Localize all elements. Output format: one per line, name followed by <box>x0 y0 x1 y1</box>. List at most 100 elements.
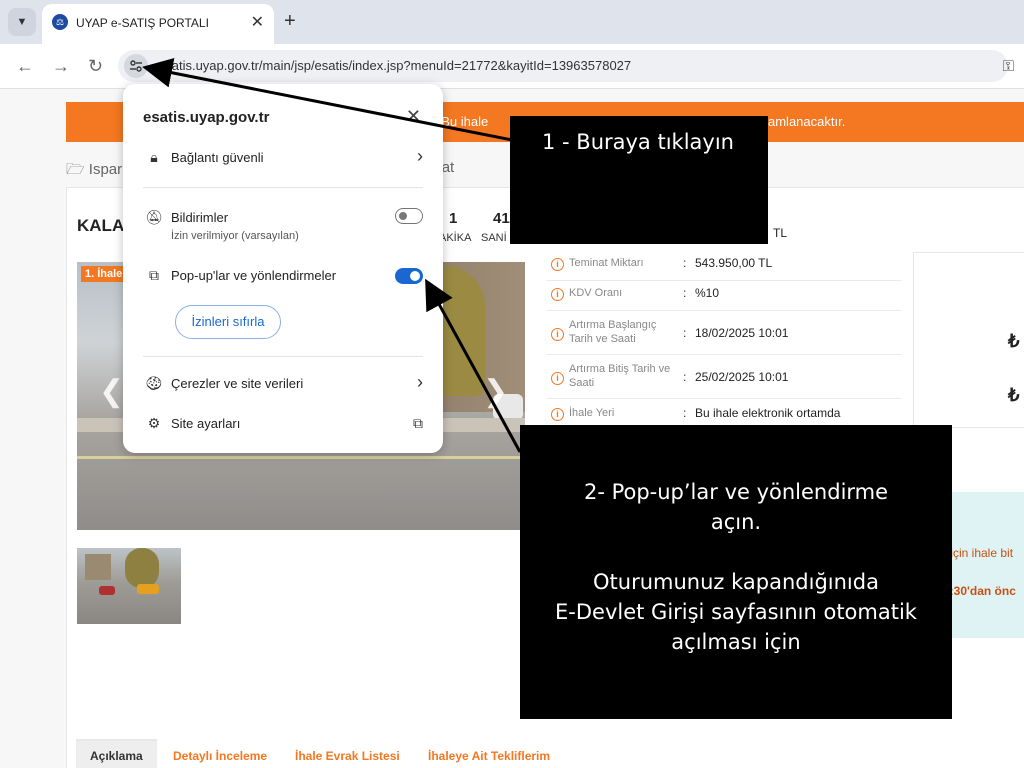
auction-title: KALA <box>77 216 125 235</box>
close-tab-icon[interactable]: ✕ <box>251 12 264 32</box>
cookies-label: Çerezler ve site verileri <box>171 376 304 391</box>
favicon-icon: ⚖ <box>52 14 68 30</box>
breadcrumb: 🗁 Ispar <box>66 159 122 184</box>
cookies-row[interactable]: 🍪︎ Çerezler ve site verileri › <box>143 370 423 400</box>
road-line-image <box>77 456 525 459</box>
info-colon: : <box>683 326 687 340</box>
notifications-toggle[interactable] <box>395 208 423 224</box>
thumb-building <box>85 554 111 580</box>
notifications-label: Bildirimler <box>171 210 229 225</box>
info-row: i Artırma Bitiş Tarih ve Saati : 25/02/2… <box>547 360 901 399</box>
info-colon: : <box>683 286 687 300</box>
tab-description[interactable]: Açıklama <box>76 739 157 768</box>
chevron-right-icon[interactable]: ❯ <box>483 374 508 409</box>
gear-icon: ⚙ <box>147 415 161 431</box>
thumb-car-red <box>99 586 115 595</box>
site-info-popup: esatis.uyap.gov.tr ✕ 🔒︎ Bağlantı güvenli… <box>123 84 443 453</box>
info-value: 18/02/2025 10:01 <box>695 326 789 340</box>
thumb-tree <box>125 548 159 588</box>
browser-tab[interactable]: ⚖ UYAP e-SATIŞ PORTALI ✕ <box>42 4 274 44</box>
note-text: r için ihale bit <box>943 546 1014 560</box>
lock-icon: 🔒︎ <box>150 149 158 165</box>
chevron-right-icon: › <box>417 372 423 392</box>
divider <box>143 356 423 357</box>
address-bar[interactable]: esatis.uyap.gov.tr/main/jsp/esatis/index… <box>118 50 1014 82</box>
divider <box>143 187 423 188</box>
info-colon: : <box>683 406 687 420</box>
info-label: KDV Oranı <box>569 287 623 299</box>
photo-thumbnail[interactable] <box>77 548 181 624</box>
note-text: 3:30'dan önc <box>943 584 1016 598</box>
countdown-minutes: 1 <box>449 210 458 227</box>
callout-step-2: 2- Pop-up’lar ve yönlendirme açın. Oturu… <box>520 425 952 719</box>
auction-number-badge: 1. İhale <box>81 266 127 282</box>
info-icon: i <box>551 328 564 341</box>
thumb-car <box>137 584 159 594</box>
info-row: i KDV Oranı : %10 <box>547 284 901 311</box>
notifications-row: 🔕︎ Bildirimler İzin verilmiyor (varsayıl… <box>143 204 423 244</box>
tab-title: UYAP e-SATIŞ PORTALI <box>76 16 209 30</box>
countdown-seconds-label: SANİ <box>481 232 507 244</box>
popups-toggle[interactable] <box>395 268 423 284</box>
callout-step-1-text: 1 - Buraya tıklayın <box>542 130 734 154</box>
tune-icon <box>130 60 142 72</box>
callout-line: açın. <box>710 510 762 534</box>
tab-strip: ▼ ⚖ UYAP e-SATIŞ PORTALI ✕ + <box>0 0 1024 44</box>
cookie-icon: 🍪︎ <box>145 375 163 391</box>
toggle-knob <box>410 271 420 281</box>
lira-symbol: ₺ <box>1008 385 1020 405</box>
external-link-icon: ⧉ <box>149 267 159 283</box>
info-value: 543.950,00 TL <box>695 256 773 270</box>
info-value: %10 <box>695 286 720 300</box>
price-currency: TL <box>773 226 788 240</box>
detail-tabs: Açıklama Detaylı İnceleme İhale Evrak Li… <box>76 739 976 768</box>
reload-icon[interactable]: ↻ <box>88 56 103 76</box>
breadcrumb-text[interactable]: Ispar <box>89 161 122 178</box>
callout-line: açılması için <box>671 630 801 654</box>
site-settings-label: Site ayarları <box>171 416 241 431</box>
countdown-seconds: 41 <box>493 210 510 227</box>
info-value: 25/02/2025 10:01 <box>695 370 789 384</box>
info-row: i Artırma Başlangıç Tarih ve Saati : 18/… <box>547 316 901 355</box>
info-colon: : <box>683 370 687 384</box>
info-label: Artırma Başlangıç Tarih ve Saati <box>569 319 657 345</box>
alert-text-right: amlanacaktır. <box>768 114 846 129</box>
new-tab-button[interactable]: + <box>284 9 296 33</box>
callout-line: Oturumunuz kapandığınıda <box>593 570 879 594</box>
callout-line: E-Devlet Girişi sayfasının otomatik <box>555 600 917 624</box>
reset-permissions-button[interactable]: İzinleri sıfırla <box>175 305 281 339</box>
tab-document-list[interactable]: İhale Evrak Listesi <box>295 749 400 763</box>
back-icon[interactable]: ← <box>16 56 34 76</box>
price-panel: ₺ ₺ <box>913 252 1024 428</box>
bell-off-icon: 🔕︎ <box>145 209 163 225</box>
toggle-knob <box>399 212 407 220</box>
popup-host: esatis.uyap.gov.tr <box>143 109 270 126</box>
info-row: i Teminat Miktarı : 543.950,00 TL <box>547 254 901 281</box>
open-in-new-icon: ⧉ <box>413 415 423 431</box>
chevron-down-icon: ▼ <box>16 16 28 28</box>
tab-detailed-review[interactable]: Detaylı İnceleme <box>173 749 267 763</box>
tab-list-button[interactable]: ▼ <box>8 8 36 36</box>
callout-step-1: 1 - Buraya tıklayın <box>510 116 768 244</box>
info-icon: i <box>551 372 564 385</box>
info-label: Teminat Miktarı <box>569 257 644 269</box>
chevron-left-icon[interactable]: ❮ <box>99 374 124 409</box>
site-settings-row[interactable]: ⚙ Site ayarları ⧉ <box>143 410 423 440</box>
forward-icon[interactable]: → <box>52 56 70 76</box>
countdown-minutes-label: AKİKA <box>439 232 472 244</box>
connection-label: Bağlantı güvenli <box>171 150 264 165</box>
connection-secure-row[interactable]: 🔒︎ Bağlantı güvenli › <box>143 144 423 174</box>
close-icon[interactable]: ✕ <box>406 106 421 127</box>
callout-line: 2- Pop-up’lar ve yönlendirme <box>583 480 889 504</box>
info-value: Bu ihale elektronik ortamda <box>695 406 841 420</box>
info-colon: : <box>683 256 687 270</box>
folder-icon: 🗁 <box>66 161 85 178</box>
tab-my-bids[interactable]: İhaleye Ait Tekliflerim <box>428 749 550 763</box>
lira-symbol: ₺ <box>1008 331 1020 351</box>
info-icon: i <box>551 288 564 301</box>
url-text[interactable]: esatis.uyap.gov.tr/main/jsp/esatis/index… <box>158 58 631 73</box>
key-icon[interactable]: ⚿ <box>1003 58 1014 75</box>
site-info-button[interactable] <box>124 54 148 78</box>
info-icon: i <box>551 258 564 271</box>
chevron-right-icon: › <box>417 146 423 166</box>
